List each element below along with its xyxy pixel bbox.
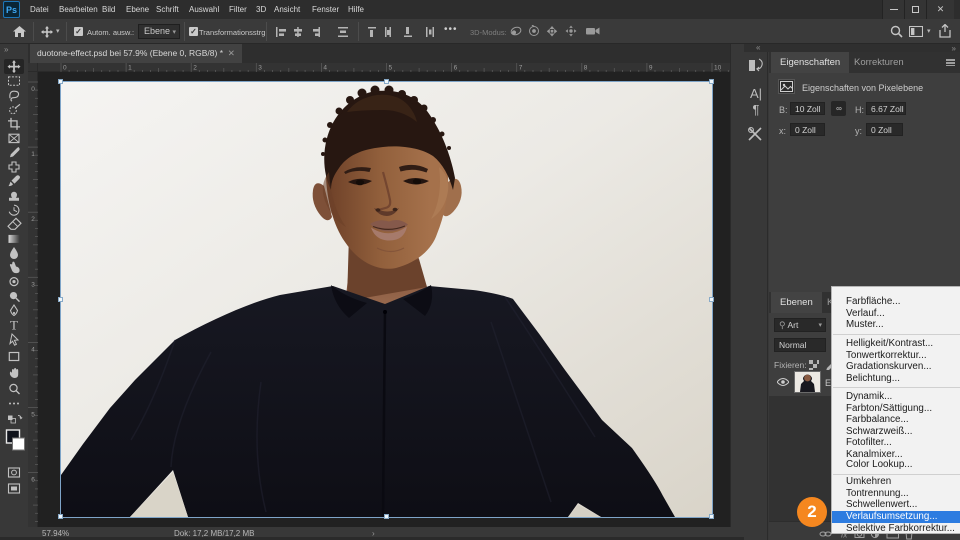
svg-text:8: 8 [584, 65, 588, 72]
svg-text:2: 2 [31, 216, 35, 223]
svg-text:5: 5 [31, 412, 35, 419]
svg-text:¶: ¶ [753, 102, 760, 117]
svg-text:10: 10 [714, 65, 722, 72]
svg-text:6: 6 [31, 477, 35, 484]
svg-text:7: 7 [519, 65, 523, 72]
svg-text:0: 0 [31, 86, 35, 93]
svg-text:A|: A| [750, 86, 762, 101]
svg-text:T: T [10, 318, 18, 333]
svg-text:4: 4 [31, 346, 35, 353]
svg-text:4: 4 [323, 65, 327, 72]
svg-text:3: 3 [258, 65, 262, 72]
svg-text:6: 6 [454, 65, 458, 72]
svg-text:0: 0 [63, 65, 67, 72]
svg-text:9: 9 [649, 65, 653, 72]
svg-text:5: 5 [389, 65, 393, 72]
svg-text:1: 1 [128, 65, 132, 72]
svg-text:2: 2 [193, 65, 197, 72]
svg-text:3: 3 [31, 281, 35, 288]
svg-text:1: 1 [31, 151, 35, 158]
